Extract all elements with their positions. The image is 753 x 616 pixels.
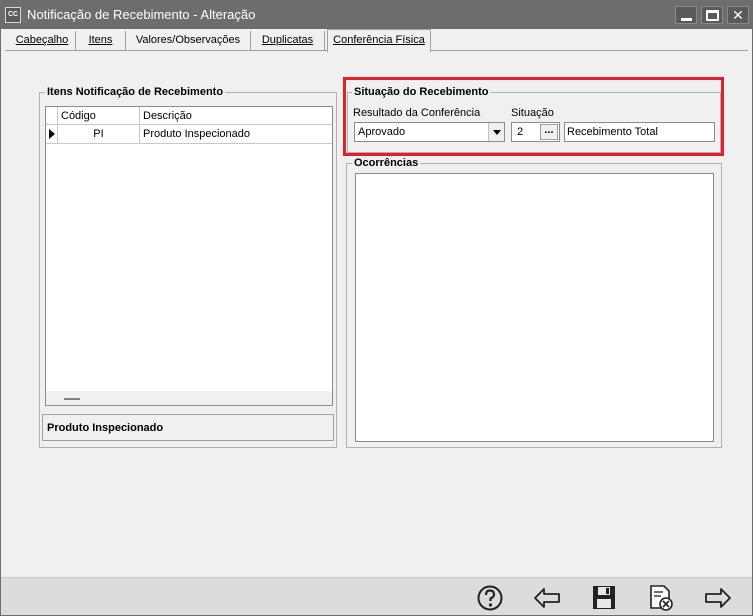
- grid-header: Código Descrição: [46, 107, 332, 125]
- minimize-button[interactable]: [675, 6, 697, 24]
- tab-label: Duplicatas: [261, 34, 314, 46]
- tab-label: Conferência Física: [333, 34, 425, 46]
- tab-itens[interactable]: Itens: [76, 31, 126, 51]
- lookup-button[interactable]: ...: [540, 124, 558, 140]
- column-header-codigo[interactable]: Código: [58, 107, 140, 125]
- next-arrow-icon: [705, 588, 731, 608]
- cell-descricao[interactable]: Produto Inspecionado: [140, 125, 332, 143]
- situacao-group-title: Situação do Recebimento: [352, 86, 491, 98]
- cancel-button[interactable]: [646, 584, 676, 612]
- cancel-document-icon: [650, 585, 673, 611]
- selected-item-description: Produto Inspecionado: [47, 422, 164, 434]
- situacao-code-input[interactable]: 2 ...: [511, 122, 560, 142]
- situacao-code-value: 2: [517, 126, 524, 138]
- items-grid[interactable]: Código Descrição PI Produto Inspecionado: [45, 106, 333, 406]
- resultado-conferencia-select[interactable]: Aprovado: [354, 122, 505, 142]
- tab-valores-observacoes[interactable]: Valores/Observações: [126, 31, 251, 51]
- ocorrencias-group-title: Ocorrências: [352, 157, 421, 169]
- cell-codigo[interactable]: PI: [58, 125, 140, 143]
- save-icon: [593, 586, 615, 609]
- horizontal-scrollbar[interactable]: [46, 391, 332, 405]
- tab-duplicatas[interactable]: Duplicatas: [251, 31, 325, 51]
- back-button[interactable]: [532, 584, 562, 612]
- next-button[interactable]: [703, 584, 733, 612]
- tab-cabecalho[interactable]: Cabeçalho: [9, 31, 76, 51]
- tab-label: Itens: [88, 34, 113, 46]
- resultado-label: Resultado da Conferência: [353, 107, 481, 119]
- maximize-button[interactable]: [701, 6, 723, 24]
- help-button[interactable]: [475, 584, 505, 612]
- minimize-icon: [681, 18, 692, 21]
- dropdown-button[interactable]: [488, 123, 504, 141]
- footer-toolbar: [1, 577, 752, 615]
- row-indicator: [46, 125, 58, 143]
- grid-header-indicator: [46, 107, 58, 125]
- situacao-description-value: Recebimento Total: [567, 126, 658, 138]
- save-button[interactable]: [589, 584, 619, 612]
- close-button[interactable]: ✕: [727, 6, 749, 24]
- ocorrencias-textarea[interactable]: [355, 173, 714, 442]
- close-icon: ✕: [732, 7, 744, 23]
- help-icon: [477, 585, 503, 611]
- scrollbar-thumb[interactable]: [64, 398, 80, 400]
- current-row-arrow-icon: [49, 129, 55, 139]
- maximize-icon: [706, 10, 719, 21]
- tab-label: Cabeçalho: [15, 34, 69, 46]
- situacao-description-field: Recebimento Total: [564, 122, 715, 142]
- table-row[interactable]: PI Produto Inspecionado: [46, 125, 332, 144]
- app-window: CC Notificação de Recebimento - Alteraçã…: [0, 0, 753, 616]
- column-header-descricao[interactable]: Descrição: [140, 107, 332, 125]
- title-bar[interactable]: CC Notificação de Recebimento - Alteraçã…: [1, 1, 752, 29]
- chevron-down-icon: [493, 130, 501, 135]
- tab-strip: Cabeçalho Itens Valores/Observações Dupl…: [5, 29, 748, 52]
- tab-label: Valores/Observações: [135, 34, 241, 46]
- selected-item-panel: Produto Inspecionado: [42, 414, 334, 441]
- situacao-label: Situação: [511, 107, 554, 119]
- items-group-title: Itens Notificação de Recebimento: [45, 86, 226, 98]
- back-arrow-icon: [534, 588, 560, 608]
- tab-conferencia-fisica[interactable]: Conferência Física: [327, 29, 431, 52]
- app-icon: CC: [5, 7, 21, 23]
- resultado-value: Aprovado: [358, 126, 406, 138]
- window-title: Notificação de Recebimento - Alteração: [27, 7, 256, 22]
